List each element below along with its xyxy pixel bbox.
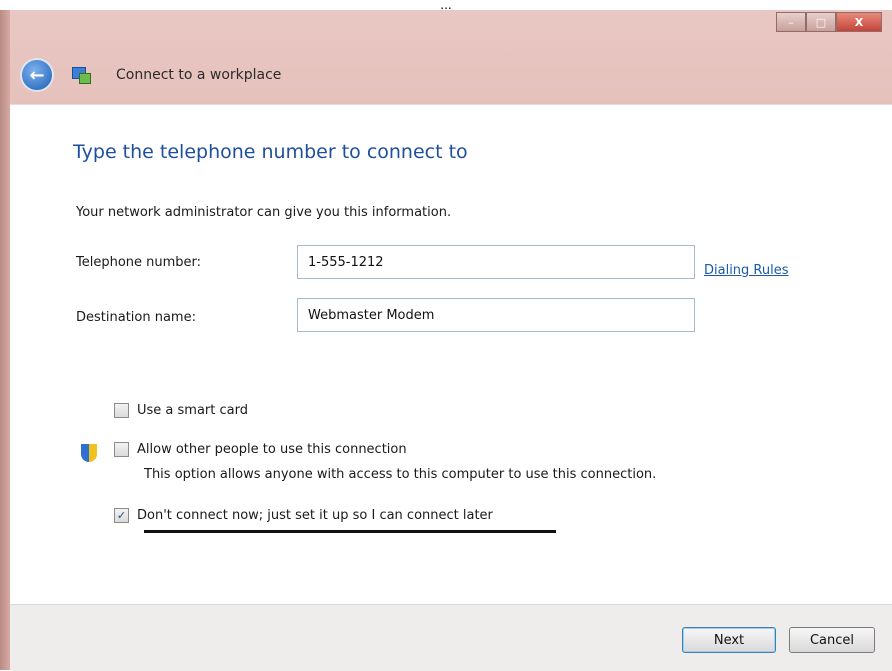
dont-connect-checkbox[interactable]: ✓ (114, 508, 129, 523)
allow-others-option[interactable]: Allow other people to use this connectio… (114, 442, 407, 457)
telephone-number-label: Telephone number: (76, 255, 202, 270)
back-arrow-icon[interactable]: ← (20, 58, 54, 92)
wizard-content: Type the telephone number to connect to … (10, 104, 892, 605)
info-text: Your network administrator can give you … (76, 205, 452, 220)
wizard-header: ← Connect to a workplace (20, 55, 281, 95)
window-frame-left (0, 0, 10, 670)
dialing-rules-link[interactable]: Dialing Rules (704, 263, 789, 278)
wizard-footer: Next Cancel (10, 604, 892, 671)
network-connection-icon (70, 64, 92, 86)
page-title: Type the telephone number to connect to (73, 141, 468, 163)
allow-others-description: This option allows anyone with access to… (144, 467, 657, 482)
dont-connect-option[interactable]: ✓ Don't connect now; just set it up so I… (114, 508, 493, 523)
destination-name-label: Destination name: (76, 310, 196, 325)
cancel-button[interactable]: Cancel (789, 627, 875, 653)
smart-card-checkbox[interactable] (114, 403, 129, 418)
caption-buttons: – □ X (776, 12, 882, 32)
telephone-number-input[interactable] (297, 245, 695, 279)
window-title: Connect to a workplace (116, 67, 282, 83)
dont-connect-label: Don't connect now; just set it up so I c… (137, 508, 493, 523)
next-button[interactable]: Next (682, 627, 776, 653)
allow-others-checkbox[interactable] (114, 442, 129, 457)
maximize-button[interactable]: □ (806, 12, 836, 32)
dialog-window: ... – □ X ← Connect to a workplace Type … (0, 0, 892, 671)
minimize-button[interactable]: – (776, 12, 806, 32)
destination-name-input[interactable] (297, 298, 695, 332)
screen-caption: ... (0, 0, 892, 10)
smart-card-label: Use a smart card (137, 403, 248, 418)
uac-shield-icon (81, 444, 97, 462)
allow-others-label: Allow other people to use this connectio… (137, 442, 407, 457)
emphasis-underline (144, 530, 556, 533)
close-button[interactable]: X (836, 12, 882, 32)
smart-card-option[interactable]: Use a smart card (114, 403, 248, 418)
